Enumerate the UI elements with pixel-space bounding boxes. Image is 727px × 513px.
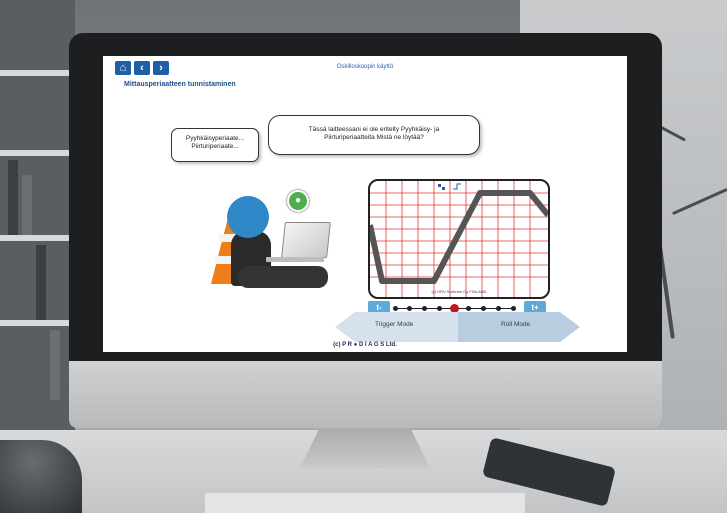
footer-brand: (c) P R ● D I A G S Ltd.: [333, 342, 397, 348]
bubble-right-line-1: Tässä laitteessani ei ole eritelty Pyyhk…: [308, 126, 440, 133]
timebase-dot[interactable]: [407, 306, 413, 311]
scope-waveform: [370, 190, 548, 284]
bubble-right-line-2: Piirturiperiaatteita Mistä ne löytää?: [324, 134, 424, 141]
scope-grid: [370, 181, 548, 297]
speech-bubble-right: Tässä laitteessani ei ole eritelty Pyyhk…: [268, 115, 480, 155]
app-title: Oskilloskoopin käyttö: [336, 64, 394, 70]
lightbulb-icon[interactable]: ●: [287, 190, 309, 212]
roll-mode-button[interactable]: Roll Mode: [501, 321, 530, 328]
laptop-illustration: [281, 222, 331, 258]
timebase-dot[interactable]: [422, 306, 427, 311]
bubble-left-line-2: Piirturiperiaate...: [191, 143, 239, 150]
trigger-mode-button[interactable]: Trigger Mode: [375, 321, 413, 328]
timebase-dot[interactable]: [436, 306, 442, 311]
bubble-left-line-1: Pyyhkäisyperiaate...: [185, 135, 245, 142]
monitor-stand: [300, 428, 430, 468]
page-subtitle: Mittausperiaatteen tunnistaminen: [124, 81, 236, 88]
timebase-dot[interactable]: [392, 306, 398, 311]
mode-bar: [335, 312, 580, 342]
timebase-dot[interactable]: [510, 306, 516, 311]
mug: [0, 440, 82, 513]
keyboard: [205, 493, 525, 513]
scope-copyright: (c) HRV-Systems Oy FINLAND: [431, 289, 487, 294]
speech-bubble-left: Pyyhkäisyperiaate... Piirturiperiaate...: [171, 128, 259, 162]
monitor-chin: [69, 361, 662, 428]
bookshelf: [0, 0, 75, 440]
timebase-dot[interactable]: [495, 306, 501, 311]
timebase-dot[interactable]: [466, 306, 472, 311]
app-screen: ⌂ ‹ › Oskilloskoopin käyttö Mittausperia…: [103, 56, 627, 352]
trigger-marker-icon: [438, 183, 461, 190]
timebase-dot[interactable]: [481, 306, 486, 311]
oscilloscope-display: (c) HRV-Systems Oy FINLAND: [368, 179, 550, 299]
